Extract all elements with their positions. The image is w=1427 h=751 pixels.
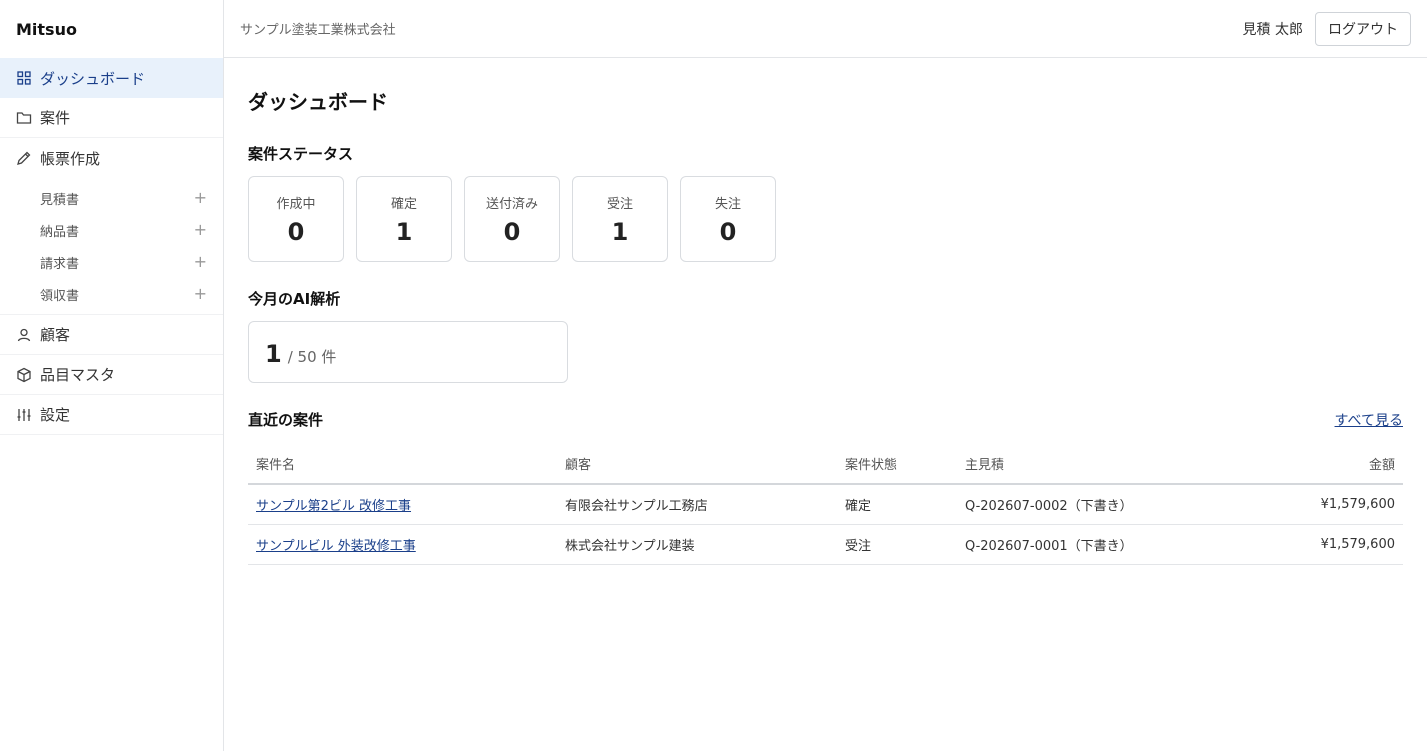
status-card-won[interactable]: 受注 1 xyxy=(572,176,668,262)
plus-icon[interactable]: + xyxy=(194,190,207,206)
page-title: ダッシュボード xyxy=(248,90,388,114)
top-header: サンプル塗装工業株式会社 見積 太郎 ログアウト xyxy=(224,0,1427,58)
sidebar-subitem-label: 請求書 xyxy=(40,256,80,272)
header-user-area: 見積 太郎 ログアウト xyxy=(1242,11,1411,46)
sidebar-subitem-label: 領収書 xyxy=(40,288,80,304)
amount-cell: ¥1,579,600 xyxy=(1257,484,1403,525)
customer-cell: 株式会社サンプル建装 xyxy=(557,524,837,565)
user-icon xyxy=(16,327,32,343)
sidebar-item-label: ダッシュボード xyxy=(40,69,146,88)
status-cards: 作成中 0 確定 1 送付済み 0 受注 1 失注 0 xyxy=(248,176,1403,262)
sidebar-item-label: 顧客 xyxy=(40,326,71,344)
brand-logo[interactable]: Mitsuo xyxy=(0,0,223,58)
status-section-title: 案件ステータス xyxy=(248,145,354,163)
status-count: 1 xyxy=(395,217,413,246)
document-submenu: 見積書 + 納品書 + 請求書 + 領収書 + xyxy=(0,178,223,315)
sidebar-item-label: 帳票作成 xyxy=(40,149,101,168)
ai-usage-title: 今月のAI解析 xyxy=(248,290,341,308)
table-row: サンプルビル 外装改修工事 株式会社サンプル建装 受注 Q-202607-000… xyxy=(248,524,1403,565)
recent-projects-title: 直近の案件 xyxy=(248,411,324,429)
sidebar-item-label: 設定 xyxy=(40,406,71,424)
column-header-customer: 顧客 xyxy=(557,444,837,485)
ai-usage-card: 1 / 50 件 xyxy=(248,321,568,383)
status-card-drafting[interactable]: 作成中 0 xyxy=(248,176,344,262)
status-card-sent[interactable]: 送付済み 0 xyxy=(464,176,560,262)
status-label: 受注 xyxy=(606,196,633,212)
sidebar-item-customers[interactable]: 顧客 xyxy=(0,315,223,355)
status-count: 0 xyxy=(287,217,305,246)
sliders-icon xyxy=(16,407,32,423)
sidebar-item-invoice[interactable]: 請求書 + xyxy=(0,246,223,278)
sidebar-subitem-label: 見積書 xyxy=(40,192,80,208)
plus-icon[interactable]: + xyxy=(194,254,207,270)
column-header-estimate: 主見積 xyxy=(957,444,1257,485)
sidebar-item-documents[interactable]: 帳票作成 xyxy=(0,138,223,178)
project-link[interactable]: サンプルビル 外装改修工事 xyxy=(256,539,416,554)
status-label: 確定 xyxy=(390,196,417,212)
company-name: サンプル塗装工業株式会社 xyxy=(240,23,396,38)
status-label: 作成中 xyxy=(276,196,316,212)
status-cell: 確定 xyxy=(837,484,957,525)
status-card-confirmed[interactable]: 確定 1 xyxy=(356,176,452,262)
cube-icon xyxy=(16,367,32,383)
sidebar-item-label: 案件 xyxy=(40,109,71,127)
ai-usage-limit: / 50 件 xyxy=(287,348,337,366)
main-content: ダッシュボード 案件ステータス 作成中 0 確定 1 送付済み 0 受注 1 失… xyxy=(248,58,1403,565)
column-header-amount: 金額 xyxy=(1257,444,1403,485)
status-count: 1 xyxy=(611,217,629,246)
pencil-icon xyxy=(16,150,32,166)
sidebar-item-estimate[interactable]: 見積書 + xyxy=(0,182,223,214)
estimate-cell: Q-202607-0002（下書き） xyxy=(957,484,1257,525)
see-all-link[interactable]: すべて見る xyxy=(1335,410,1403,430)
table-header-row: 案件名 顧客 案件状態 主見積 金額 xyxy=(248,444,1403,485)
table-row: サンプル第2ビル 改修工事 有限会社サンプル工務店 確定 Q-202607-00… xyxy=(248,484,1403,525)
sidebar-item-dashboard[interactable]: ダッシュボード xyxy=(0,58,223,98)
column-header-project-name: 案件名 xyxy=(248,444,557,485)
project-link[interactable]: サンプル第2ビル 改修工事 xyxy=(256,499,411,514)
estimate-cell: Q-202607-0001（下書き） xyxy=(957,524,1257,565)
recent-projects-header: 直近の案件 すべて見る xyxy=(248,409,1403,430)
status-label: 失注 xyxy=(714,196,741,212)
status-cell: 受注 xyxy=(837,524,957,565)
amount-cell: ¥1,579,600 xyxy=(1257,524,1403,565)
sidebar-item-label: 品目マスタ xyxy=(40,366,116,384)
sidebar-item-delivery-note[interactable]: 納品書 + xyxy=(0,214,223,246)
status-count: 0 xyxy=(503,217,521,246)
status-label: 送付済み xyxy=(485,196,538,212)
sidebar-item-item-master[interactable]: 品目マスタ xyxy=(0,355,223,395)
sidebar: Mitsuo ダッシュボード 案件 帳票作成 見積書 + 納品書 + 請求書 + xyxy=(0,0,224,751)
sidebar-item-settings[interactable]: 設定 xyxy=(0,395,223,435)
folder-icon xyxy=(16,110,32,126)
grid-icon xyxy=(16,70,32,86)
column-header-status: 案件状態 xyxy=(837,444,957,485)
plus-icon[interactable]: + xyxy=(194,222,207,238)
user-name: 見積 太郎 xyxy=(1242,21,1303,38)
status-card-lost[interactable]: 失注 0 xyxy=(680,176,776,262)
plus-icon[interactable]: + xyxy=(194,286,207,302)
recent-projects-table: 案件名 顧客 案件状態 主見積 金額 サンプル第2ビル 改修工事 有限会社サンプ… xyxy=(248,444,1403,565)
logout-button[interactable]: ログアウト xyxy=(1315,11,1411,46)
sidebar-item-receipt[interactable]: 領収書 + xyxy=(0,278,223,310)
sidebar-item-projects[interactable]: 案件 xyxy=(0,98,223,138)
customer-cell: 有限会社サンプル工務店 xyxy=(557,484,837,525)
sidebar-subitem-label: 納品書 xyxy=(40,224,80,240)
ai-usage-count: 1 xyxy=(265,340,282,368)
status-count: 0 xyxy=(719,217,737,246)
